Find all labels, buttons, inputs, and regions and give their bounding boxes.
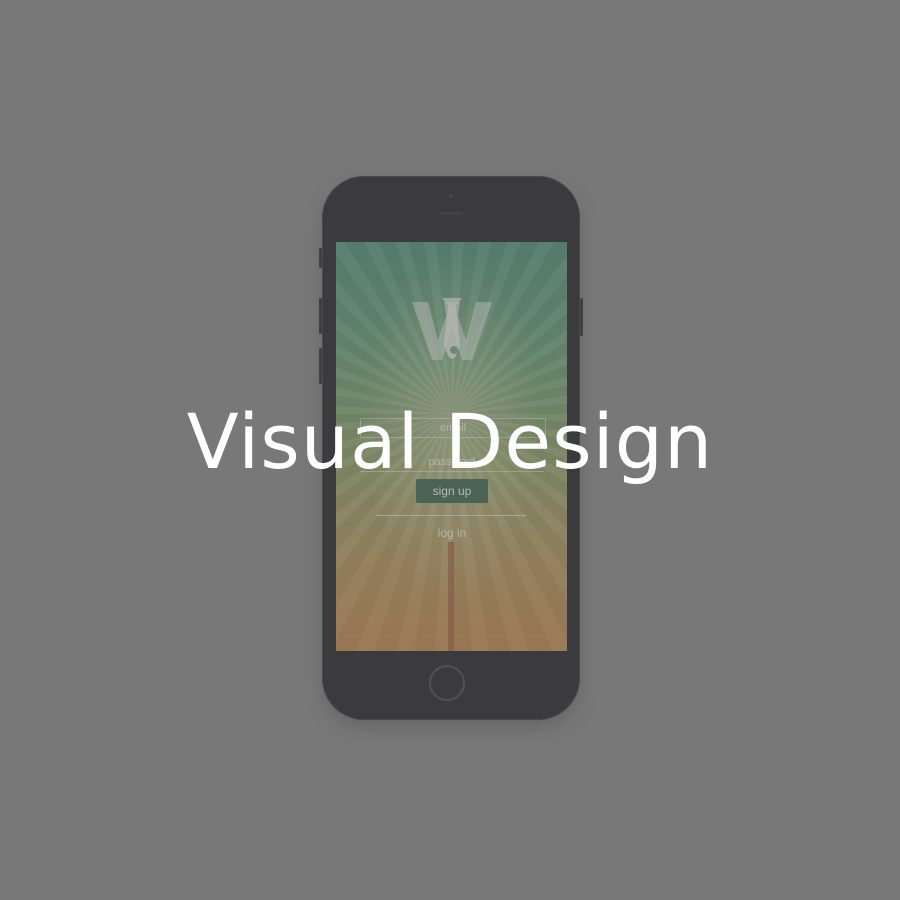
headline-title: Visual Design bbox=[186, 397, 714, 486]
